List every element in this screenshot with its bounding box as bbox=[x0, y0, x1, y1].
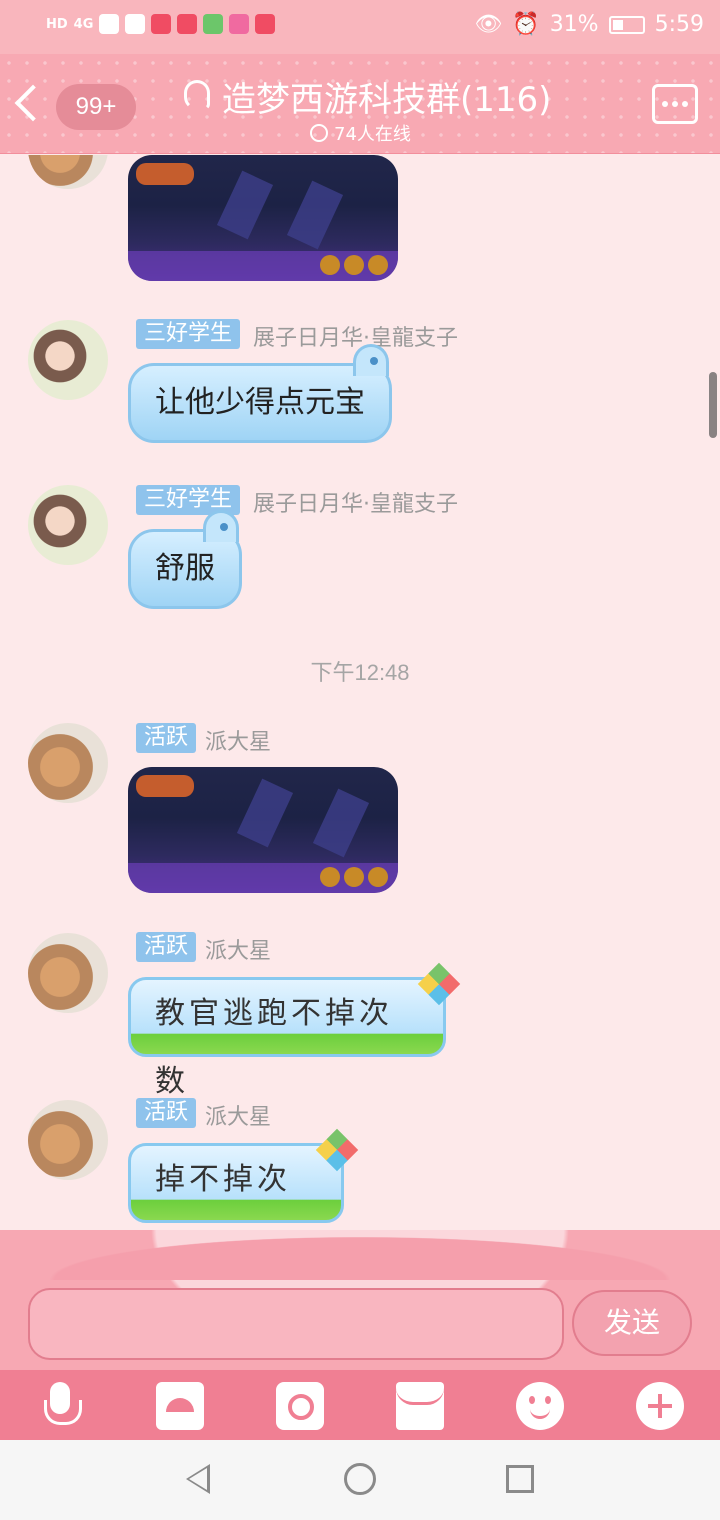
sender-name[interactable]: 派大星 bbox=[205, 724, 271, 756]
text-message-bubble[interactable]: 让他少得点元宝 bbox=[128, 344, 392, 443]
message-text: 舒服 bbox=[155, 551, 215, 586]
scrollbar[interactable] bbox=[709, 372, 717, 438]
clock: 5:59 bbox=[654, 12, 704, 37]
image-message[interactable] bbox=[128, 155, 398, 281]
timestamp: 下午12:48 bbox=[310, 660, 410, 685]
chat-header: 99+ 造梦西游科技群(116) 74人在线 bbox=[0, 54, 720, 154]
message-text: 教官逃跑不掉次数 bbox=[155, 996, 393, 1099]
status-bar: HD 4G 👁 ⏰ 31% 5:59 bbox=[0, 0, 720, 54]
plus-icon[interactable] bbox=[636, 1382, 684, 1430]
send-button[interactable]: 发送 bbox=[572, 1290, 692, 1356]
online-count-label: 74人在线 bbox=[334, 124, 411, 145]
avatar[interactable] bbox=[28, 155, 108, 189]
member-tag: 活跃 bbox=[136, 723, 197, 753]
online-count[interactable]: 74人在线 bbox=[310, 120, 411, 146]
group-settings-button[interactable] bbox=[652, 84, 698, 124]
avatar[interactable] bbox=[28, 723, 108, 803]
text-message-bubble[interactable]: 教官逃跑不掉次数 bbox=[128, 977, 446, 1099]
video-app-icon bbox=[203, 14, 224, 34]
kuaibao-app-icon bbox=[177, 14, 198, 34]
unread-badge[interactable]: 99+ bbox=[56, 84, 136, 130]
back-button[interactable] bbox=[10, 82, 50, 126]
emoji-icon[interactable] bbox=[516, 1382, 564, 1430]
picture-icon[interactable] bbox=[156, 1382, 204, 1430]
alarm-icon: ⏰ bbox=[512, 12, 540, 37]
camera-icon[interactable] bbox=[276, 1382, 324, 1430]
message-text: 让他少得点元宝 bbox=[155, 385, 365, 420]
nav-recent-icon[interactable] bbox=[506, 1465, 534, 1493]
sender-name[interactable]: 展子日月华·皇龍支子 bbox=[253, 320, 458, 352]
book-app-icon bbox=[255, 14, 276, 34]
message-list[interactable]: 三好学生 展子日月华·皇龍支子 让他少得点元宝 三好学生 展子日月华·皇龍支子 … bbox=[0, 155, 720, 1235]
nav-home-icon[interactable] bbox=[344, 1463, 376, 1495]
status-right: 👁 ⏰ 31% 5:59 bbox=[474, 12, 704, 37]
eye-icon: 👁 bbox=[474, 12, 503, 37]
input-area: 发送 bbox=[0, 1230, 720, 1440]
battery-icon bbox=[608, 15, 645, 34]
wifi-icon bbox=[125, 14, 146, 34]
member-tag: 三好学生 bbox=[136, 319, 241, 349]
sender-name[interactable]: 展子日月华·皇龍支子 bbox=[253, 486, 458, 518]
battery-percent: 31% bbox=[549, 12, 599, 37]
text-message-bubble[interactable]: 舒服 bbox=[128, 510, 242, 609]
network-type: 4G bbox=[73, 16, 94, 32]
sender-name[interactable]: 派大星 bbox=[205, 933, 271, 965]
nav-back-icon[interactable] bbox=[186, 1464, 210, 1494]
signal-icon bbox=[99, 14, 120, 34]
status-left-icons: HD 4G bbox=[46, 14, 276, 34]
member-tag: 活跃 bbox=[136, 1098, 197, 1128]
member-tag: 活跃 bbox=[136, 932, 197, 962]
avatar[interactable] bbox=[28, 933, 108, 1013]
message-input[interactable] bbox=[28, 1288, 564, 1360]
chevron-down-icon bbox=[310, 124, 328, 142]
text-message-bubble[interactable]: 掉不掉次数 bbox=[128, 1143, 344, 1235]
calendar-app-icon bbox=[229, 14, 250, 34]
sender-name[interactable]: 派大星 bbox=[205, 1099, 271, 1131]
image-message[interactable] bbox=[128, 767, 398, 893]
ear-mode-icon[interactable] bbox=[184, 80, 210, 110]
huawei-app-icon bbox=[151, 14, 172, 34]
message-text: 掉不掉次数 bbox=[155, 1162, 291, 1235]
group-title: 造梦西游科技群(116) bbox=[222, 80, 552, 120]
input-toolbar bbox=[0, 1370, 720, 1440]
avatar[interactable] bbox=[28, 1100, 108, 1180]
red-packet-icon[interactable] bbox=[396, 1382, 444, 1430]
mic-icon[interactable] bbox=[36, 1382, 84, 1430]
hd-indicator: HD bbox=[46, 16, 68, 32]
avatar[interactable] bbox=[28, 320, 108, 400]
system-nav-bar bbox=[0, 1440, 720, 1520]
avatar[interactable] bbox=[28, 485, 108, 565]
